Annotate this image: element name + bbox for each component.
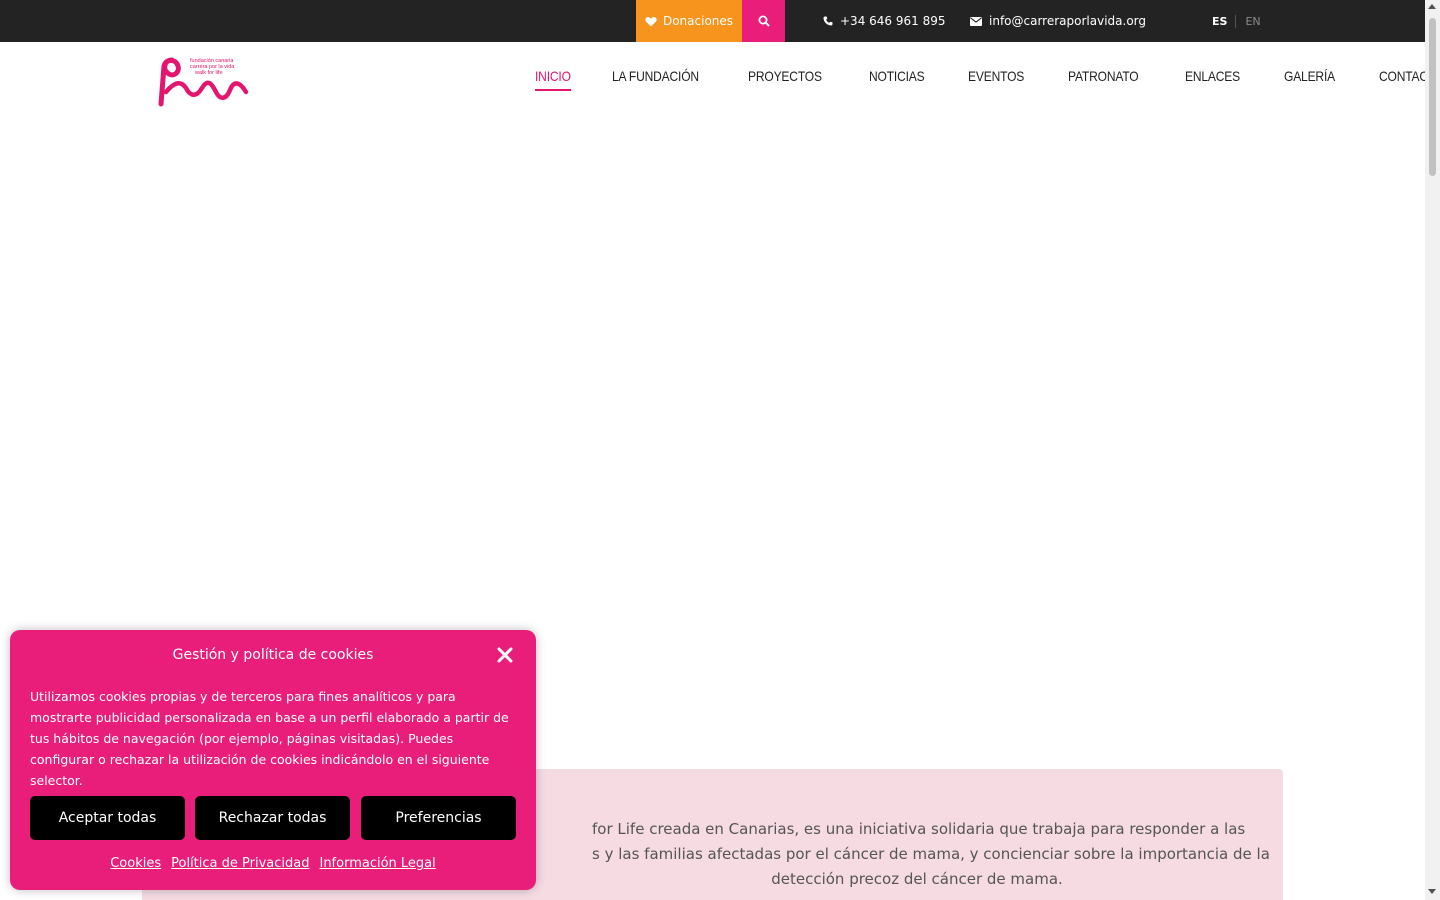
page-scrollbar[interactable] xyxy=(1425,0,1440,900)
privacy-policy-link[interactable]: Política de Privacidad xyxy=(171,856,309,871)
email-address: info@carreraporlavida.org xyxy=(989,14,1147,28)
cookie-banner: Gestión y política de cookies Utilizamos… xyxy=(10,630,536,890)
main-nav: INICIO LA FUNDACIÓN PROYECTOS NOTICIAS E… xyxy=(535,66,1440,91)
heart-icon xyxy=(645,16,657,26)
lang-en-link[interactable]: EN xyxy=(1236,15,1260,28)
intro-line-2: s y las familias afectadas por el cáncer… xyxy=(592,845,1270,863)
nav-item-galeria[interactable]: GALERÍA xyxy=(1284,66,1335,90)
cookie-description: Utilizamos cookies propias y de terceros… xyxy=(30,689,509,788)
donate-button[interactable]: Donaciones xyxy=(636,0,742,42)
search-icon xyxy=(758,15,770,27)
nav-item-la-fundacion[interactable]: LA FUNDACIÓN xyxy=(612,66,699,90)
accept-all-button[interactable]: Aceptar todas xyxy=(30,796,185,840)
nav-item-noticias[interactable]: NOTICIAS xyxy=(869,66,925,90)
reject-all-button[interactable]: Rechazar todas xyxy=(195,796,350,840)
email-contact[interactable]: info@carreraporlavida.org xyxy=(970,0,1146,42)
cookies-link[interactable]: Cookies xyxy=(110,856,161,871)
envelope-icon xyxy=(970,16,982,26)
language-switcher: ES EN xyxy=(1212,0,1261,42)
phone-number: +34 646 961 895 xyxy=(840,14,946,28)
nav-item-enlaces[interactable]: ENLACES xyxy=(1185,66,1240,90)
top-bar: Donaciones +34 646 961 895 info@carrerap… xyxy=(0,0,1425,42)
scroll-down-icon[interactable] xyxy=(1428,889,1436,894)
scroll-up-icon[interactable] xyxy=(1428,4,1436,9)
close-icon[interactable] xyxy=(496,646,514,664)
nav-item-inicio[interactable]: INICIO xyxy=(535,66,571,91)
intro-line-3: detección precoz del cáncer de mama. xyxy=(771,870,1063,888)
phone-contact[interactable]: +34 646 961 895 xyxy=(823,0,945,42)
intro-text: for Life creada en Canarias, es una inic… xyxy=(592,817,1270,892)
logo-line-3: walk for life xyxy=(195,70,223,76)
logo-wordmark: fundación canaria carrera por la vida wa… xyxy=(190,58,234,76)
cookie-title: Gestión y política de cookies xyxy=(172,647,374,663)
lang-es-link[interactable]: ES xyxy=(1212,14,1237,28)
cookie-links: Cookies Política de Privacidad Informaci… xyxy=(10,856,536,871)
donate-label: Donaciones xyxy=(662,14,734,28)
search-button[interactable] xyxy=(742,0,785,42)
nav-item-eventos[interactable]: EVENTOS xyxy=(968,66,1024,90)
nav-item-patronato[interactable]: PATRONATO xyxy=(1068,66,1139,90)
scroll-thumb[interactable] xyxy=(1429,18,1436,176)
legal-info-link[interactable]: Información Legal xyxy=(319,856,435,871)
site-logo[interactable]: fundación canaria carrera por la vida wa… xyxy=(158,54,252,108)
intro-line-1: for Life creada en Canarias, es una inic… xyxy=(592,820,1246,838)
nav-item-proyectos[interactable]: PROYECTOS xyxy=(748,66,822,90)
preferences-button[interactable]: Preferencias xyxy=(361,796,516,840)
phone-icon xyxy=(823,16,833,26)
